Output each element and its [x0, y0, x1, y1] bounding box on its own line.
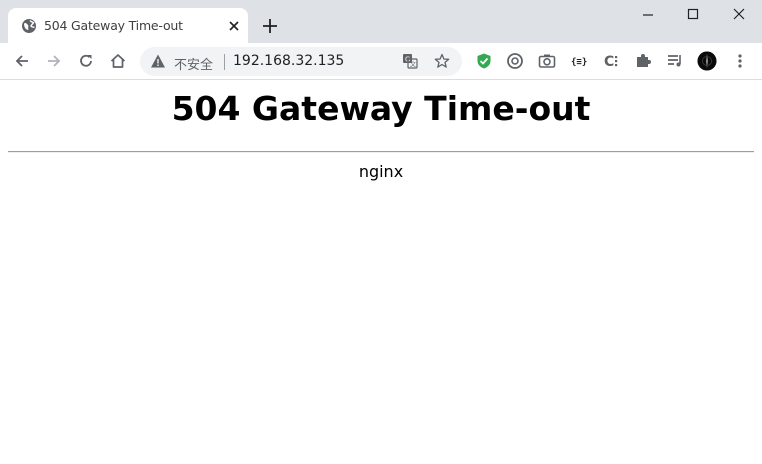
tab-active[interactable]: 504 Gateway Time-out: [8, 8, 248, 43]
svg-text:文: 文: [410, 61, 416, 69]
star-icon[interactable]: [434, 53, 450, 69]
kebab-menu-icon[interactable]: [730, 51, 750, 71]
playlist-icon[interactable]: [665, 51, 685, 71]
page-title: 504 Gateway Time-out: [171, 89, 591, 128]
server-signature: nginx: [358, 162, 404, 181]
camera-icon[interactable]: [537, 51, 557, 71]
shield-check-icon[interactable]: [474, 51, 494, 71]
arrow-right-icon[interactable]: [44, 51, 64, 71]
profile-avatar[interactable]: [697, 51, 717, 71]
tab-strip: 504 Gateway Time-out: [0, 0, 762, 43]
browser-toolbar: 不安全 192.168.32.135 G 文 {≡} C: [0, 43, 762, 80]
c-extension-icon[interactable]: C: [601, 51, 621, 71]
warning-icon[interactable]: [150, 53, 166, 69]
address-bar[interactable]: 不安全 192.168.32.135 G 文: [140, 47, 462, 76]
close-icon[interactable]: [226, 18, 242, 34]
circle-c-icon[interactable]: [505, 51, 525, 71]
address-divider: [224, 54, 225, 70]
svg-text:{≡}: {≡}: [571, 58, 587, 68]
puzzle-icon[interactable]: [633, 51, 653, 71]
maximize-icon[interactable]: [681, 4, 705, 24]
divider: [8, 151, 754, 153]
translate-icon[interactable]: G 文: [402, 53, 418, 69]
globe-icon: [22, 19, 36, 33]
reload-icon[interactable]: [76, 51, 96, 71]
url-text[interactable]: 192.168.32.135: [233, 53, 344, 69]
home-icon[interactable]: [108, 51, 128, 71]
tab-title: 504 Gateway Time-out: [44, 18, 183, 33]
plus-icon[interactable]: [260, 16, 280, 36]
arrow-left-icon[interactable]: [12, 51, 32, 71]
svg-text:C: C: [604, 54, 614, 70]
json-icon[interactable]: {≡}: [569, 51, 589, 71]
close-window-icon[interactable]: [727, 4, 751, 24]
minimize-icon[interactable]: [636, 4, 660, 24]
security-label[interactable]: 不安全: [174, 54, 213, 73]
page-content: 504 Gateway Time-out nginx: [0, 81, 762, 464]
